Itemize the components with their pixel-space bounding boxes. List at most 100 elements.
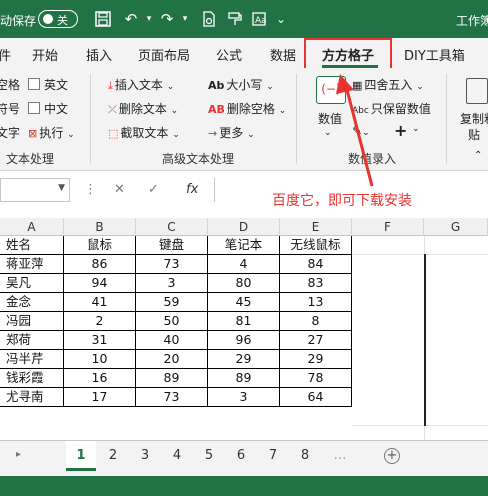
table-cell[interactable]: 40 (136, 331, 208, 350)
tab-insert[interactable]: 插入 (86, 45, 112, 64)
table-cell[interactable]: 27 (280, 331, 352, 350)
option-text[interactable]: 文字 (0, 124, 20, 141)
plus-icon[interactable]: + (394, 121, 407, 140)
column-header-e[interactable]: E (280, 218, 352, 236)
table-cell[interactable]: 59 (136, 293, 208, 312)
autosave-toggle[interactable]: 关 (38, 10, 78, 28)
save-icon[interactable] (94, 10, 112, 28)
table-cell[interactable]: 96 (208, 331, 280, 350)
insert-function-icon[interactable]: fx (186, 182, 198, 197)
clipboard-icon[interactable] (466, 78, 488, 104)
print-preview-icon[interactable] (200, 10, 218, 28)
table-cell[interactable]: 94 (64, 274, 136, 293)
table-cell[interactable]: 17 (64, 388, 136, 407)
table-cell[interactable]: 8 (280, 312, 352, 331)
table-cell[interactable]: 吴凡 (0, 274, 64, 293)
table-header-cell[interactable]: 姓名 (0, 236, 64, 255)
table-cell[interactable]: 29 (280, 350, 352, 369)
customize-toolbar-icon[interactable]: ⌄ (272, 10, 290, 28)
column-header-g[interactable]: G (424, 218, 488, 236)
table-cell[interactable]: 73 (136, 255, 208, 274)
table-cell[interactable]: 尤寻南 (0, 388, 64, 407)
tab-diy-toolbox[interactable]: DIY工具箱 (404, 45, 465, 64)
column-header-f[interactable]: F (352, 218, 424, 236)
table-cell[interactable]: 80 (208, 274, 280, 293)
sheet-tab-7[interactable]: 7 (258, 441, 288, 471)
tab-file[interactable]: 件 (0, 45, 11, 64)
table-cell[interactable]: 86 (64, 255, 136, 274)
sheet-tab-1[interactable]: 1 (66, 441, 96, 471)
table-cell[interactable]: 2 (64, 312, 136, 331)
copy-paste-label-1[interactable]: 复制粘 (460, 110, 488, 127)
case-button[interactable]: Ab 大小写 ⌄ (208, 76, 274, 93)
keep-numeric-button[interactable]: Abc 只保留数值 (352, 100, 431, 117)
quick-icon[interactable]: Aa (250, 10, 268, 28)
sheet-tab-6[interactable]: 6 (226, 441, 256, 471)
table-header-cell[interactable]: 鼠标 (64, 236, 136, 255)
option-symbol[interactable]: 符号 (0, 100, 20, 117)
more-button[interactable]: → 更多 ⌄ (208, 124, 255, 141)
table-cell[interactable]: 83 (280, 274, 352, 293)
tab-home[interactable]: 开始 (32, 45, 58, 64)
column-header-b[interactable]: B (64, 218, 136, 236)
sheet-tab-3[interactable]: 3 (130, 441, 160, 471)
round-button[interactable]: ▦ 四舍五入 ⌄ (352, 76, 424, 93)
undo-dropdown-icon[interactable]: ▾ (140, 10, 158, 28)
redo-dropdown-icon[interactable]: ▾ (176, 10, 194, 28)
sheet-tab-5[interactable]: 5 (194, 441, 224, 471)
table-cell[interactable]: 89 (208, 369, 280, 388)
format-painter-icon[interactable] (226, 10, 244, 28)
table-cell[interactable]: 31 (64, 331, 136, 350)
cut-text-button[interactable]: ⬚ 截取文本 ⌄ (108, 124, 180, 141)
enter-icon[interactable]: ✓ (148, 182, 159, 197)
column-header-d[interactable]: D (208, 218, 280, 236)
tab-data[interactable]: 数据 (270, 45, 296, 64)
copy-paste-label-2[interactable]: 贴 (468, 126, 480, 143)
table-cell[interactable]: 3 (208, 388, 280, 407)
add-sheet-icon[interactable]: + (384, 448, 400, 464)
numeric-label[interactable]: 数值 (318, 110, 342, 127)
more-sheets-icon[interactable]: ▸ (16, 449, 21, 460)
table-cell[interactable]: 81 (208, 312, 280, 331)
table-cell[interactable]: 金念 (0, 293, 64, 312)
delete-space-button[interactable]: AB 删除空格 ⌄ (208, 100, 286, 117)
table-cell[interactable]: 13 (280, 293, 352, 312)
table-cell[interactable]: 蒋亚萍 (0, 255, 64, 274)
sheet-tab-2[interactable]: 2 (98, 441, 128, 471)
tab-formulas[interactable]: 公式 (216, 45, 242, 64)
edit-icon[interactable]: ✎⌄ (352, 124, 370, 138)
table-cell[interactable]: 10 (64, 350, 136, 369)
numeric-icon[interactable]: (−) (316, 76, 346, 104)
table-cell[interactable]: 冯园 (0, 312, 64, 331)
checkbox-english[interactable]: 英文 (28, 76, 68, 93)
table-cell[interactable]: 3 (136, 274, 208, 293)
table-cell[interactable]: 89 (136, 369, 208, 388)
collapse-ribbon-icon[interactable]: ⌃ (474, 150, 482, 161)
undo-icon[interactable]: ↶ (122, 10, 140, 28)
table-cell[interactable]: 郑荷 (0, 331, 64, 350)
table-header-cell[interactable]: 键盘 (136, 236, 208, 255)
table-cell[interactable]: 20 (136, 350, 208, 369)
column-header-a[interactable]: A (0, 218, 64, 236)
sheet-tab-4[interactable]: 4 (162, 441, 192, 471)
table-cell[interactable]: 84 (280, 255, 352, 274)
chevron-down-icon[interactable]: ⌄ (324, 128, 332, 138)
checkbox-chinese[interactable]: 中文 (28, 100, 68, 117)
column-header-c[interactable]: C (136, 218, 208, 236)
sheet-tab-8[interactable]: 8 (290, 441, 320, 471)
delete-text-button[interactable]: ⤫ 删除文本 ⌄ (108, 100, 178, 117)
more-tabs-icon[interactable]: … (330, 441, 350, 471)
table-cell[interactable]: 41 (64, 293, 136, 312)
redo-icon[interactable]: ↷ (158, 10, 176, 28)
table-cell[interactable]: 50 (136, 312, 208, 331)
table-cell[interactable]: 78 (280, 369, 352, 388)
table-cell[interactable]: 冯半芹 (0, 350, 64, 369)
table-cell[interactable]: 29 (208, 350, 280, 369)
table-cell[interactable]: 64 (280, 388, 352, 407)
table-header-cell[interactable]: 无线鼠标 (280, 236, 352, 255)
table-cell[interactable]: 4 (208, 255, 280, 274)
table-cell[interactable]: 16 (64, 369, 136, 388)
option-space[interactable]: 空格 (0, 76, 20, 93)
table-cell[interactable]: 45 (208, 293, 280, 312)
name-box[interactable]: ▼ (0, 178, 70, 202)
